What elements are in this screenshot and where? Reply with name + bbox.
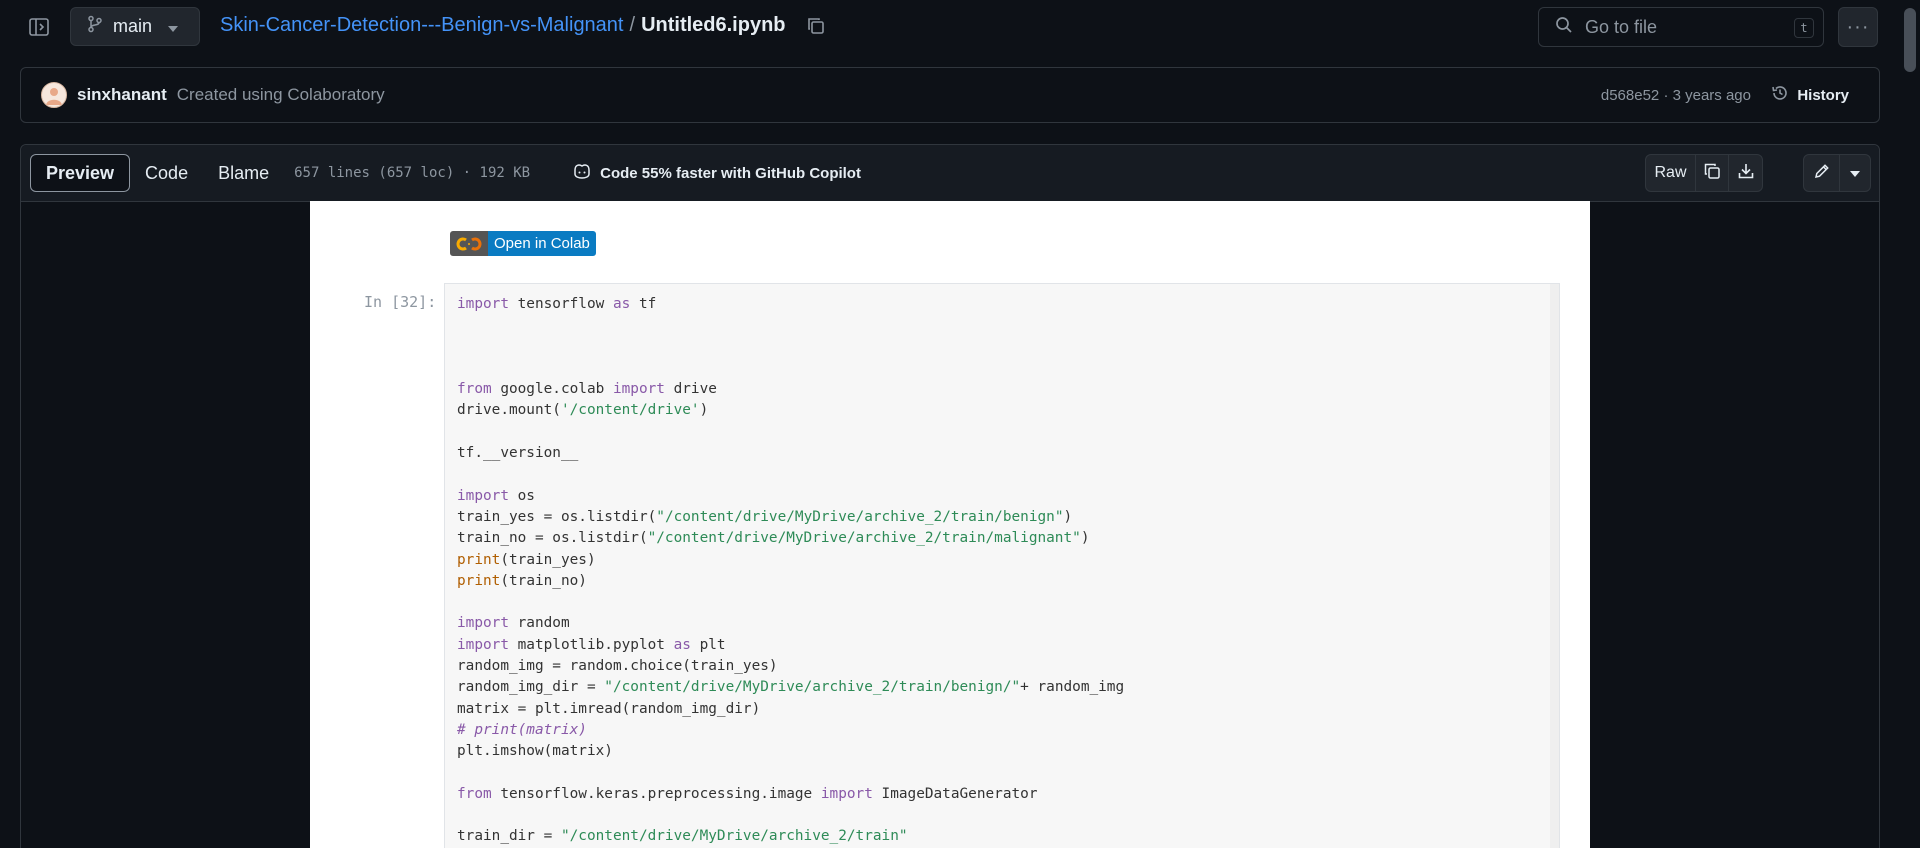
notebook-preview: Open in Colab In [32]: import tensorflow…	[310, 201, 1590, 848]
history-icon	[1771, 84, 1789, 106]
code-line-26: train_dir = "/content/drive/MyDrive/arch…	[457, 828, 908, 845]
avatar[interactable]	[41, 82, 67, 108]
breadcrumb-file-name: Untitled6.ipynb	[641, 14, 786, 36]
copilot-promo-link[interactable]: Code 55% faster with GitHub Copilot	[572, 162, 861, 184]
commit-message-link[interactable]: Created using Colaboratory	[177, 85, 385, 105]
code-line-21: # print(matrix)	[457, 721, 587, 738]
edit-options-dropdown[interactable]	[1840, 155, 1870, 191]
download-icon	[1737, 162, 1755, 185]
colab-logo-icon	[450, 231, 488, 256]
code-line-13: print(train_yes)	[457, 551, 596, 568]
raw-button[interactable]: Raw	[1646, 155, 1696, 191]
branch-name: main	[113, 16, 153, 36]
history-button[interactable]: History	[1771, 84, 1849, 106]
tab-preview[interactable]: Preview	[30, 154, 131, 192]
repo-header: main Skin-Cancer-Detection---Benign-vs-M…	[0, 0, 1920, 54]
commit-author-link[interactable]: sinxhanant	[77, 85, 167, 105]
file-actions-group: Raw	[1645, 154, 1763, 192]
edit-file-button[interactable]	[1804, 155, 1840, 191]
breadcrumb: Skin-Cancer-Detection---Benign-vs-Malign…	[220, 14, 826, 37]
edit-actions-group	[1803, 154, 1871, 192]
go-to-file-input[interactable]	[1585, 16, 1785, 38]
code-line-11: train_yes = os.listdir("/content/drive/M…	[457, 508, 1073, 525]
file-line-count-and-size: 657 lines (657 loc) · 192 KB	[294, 165, 531, 181]
code-line-20: matrix = plt.imread(random_img_dir)	[457, 700, 761, 717]
branch-selector-button[interactable]: main	[70, 7, 200, 46]
code-cell: import tensorflow as tf from google.cola…	[444, 283, 1560, 848]
code-line-18: random_img = random.choice(train_yes)	[457, 658, 778, 675]
code-line-6: drive.mount('/content/drive')	[457, 402, 709, 419]
cell-scrollbar[interactable]	[1550, 284, 1559, 848]
code-line-10: import os	[457, 487, 535, 504]
page-scrollbar[interactable]	[1900, 0, 1920, 848]
kebab-horizontal-icon: ···	[1846, 15, 1870, 38]
code-line-22: plt.imshow(matrix)	[457, 743, 613, 760]
pencil-icon	[1813, 162, 1831, 185]
code-line-14: print(train_no)	[457, 572, 587, 589]
copy-icon	[1703, 162, 1721, 185]
code-line-16: import random	[457, 615, 570, 632]
sidebar-toggle-icon[interactable]	[26, 14, 52, 40]
search-shortcut-key: t	[1794, 18, 1814, 38]
download-raw-button[interactable]	[1729, 155, 1762, 191]
code-line-24: from tensorflow.keras.preprocessing.imag…	[457, 785, 1038, 802]
open-in-colab-badge[interactable]: Open in Colab	[450, 231, 596, 256]
chevron-down-icon	[1850, 164, 1860, 182]
breadcrumb-separator: /	[629, 14, 636, 36]
raw-label: Raw	[1654, 164, 1687, 181]
go-to-file-search[interactable]: t	[1538, 7, 1824, 47]
tab-code[interactable]: Code	[130, 154, 203, 192]
code-line-5: from google.colab import drive	[457, 381, 717, 398]
code-content: import tensorflow as tf from google.cola…	[457, 294, 1124, 848]
tab-blame[interactable]: Blame	[203, 154, 284, 192]
commit-hash-and-time[interactable]: d568e52 · 3 years ago	[1601, 87, 1751, 104]
latest-commit-bar: sinxhanant Created using Colaboratory d5…	[20, 67, 1880, 123]
colab-badge-label: Open in Colab	[488, 231, 596, 256]
code-line-12: train_no = os.listdir("/content/drive/My…	[457, 530, 1090, 547]
git-branch-icon	[87, 15, 103, 38]
history-label: History	[1797, 86, 1849, 104]
code-line-1: import tensorflow as tf	[457, 296, 657, 312]
search-icon	[1555, 16, 1573, 39]
chevron-down-icon	[168, 16, 179, 37]
copilot-icon	[572, 162, 592, 184]
view-mode-tabs: Preview Code Blame	[30, 154, 284, 192]
copy-path-icon[interactable]	[806, 16, 826, 36]
code-line-17: import matplotlib.pyplot as plt	[457, 636, 726, 653]
code-line-8: tf.__version__	[457, 445, 579, 462]
cell-prompt: In [32]:	[364, 293, 437, 311]
more-options-button[interactable]: ···	[1838, 7, 1878, 47]
copy-raw-button[interactable]	[1696, 155, 1729, 191]
file-header: Preview Code Blame 657 lines (657 loc) ·…	[21, 145, 1879, 202]
copilot-promo-text: Code 55% faster with GitHub Copilot	[600, 164, 861, 182]
page-scrollbar-thumb[interactable]	[1904, 8, 1916, 72]
code-line-19: random_img_dir = "/content/drive/MyDrive…	[457, 679, 1125, 696]
breadcrumb-repo-link[interactable]: Skin-Cancer-Detection---Benign-vs-Malign…	[220, 14, 624, 37]
